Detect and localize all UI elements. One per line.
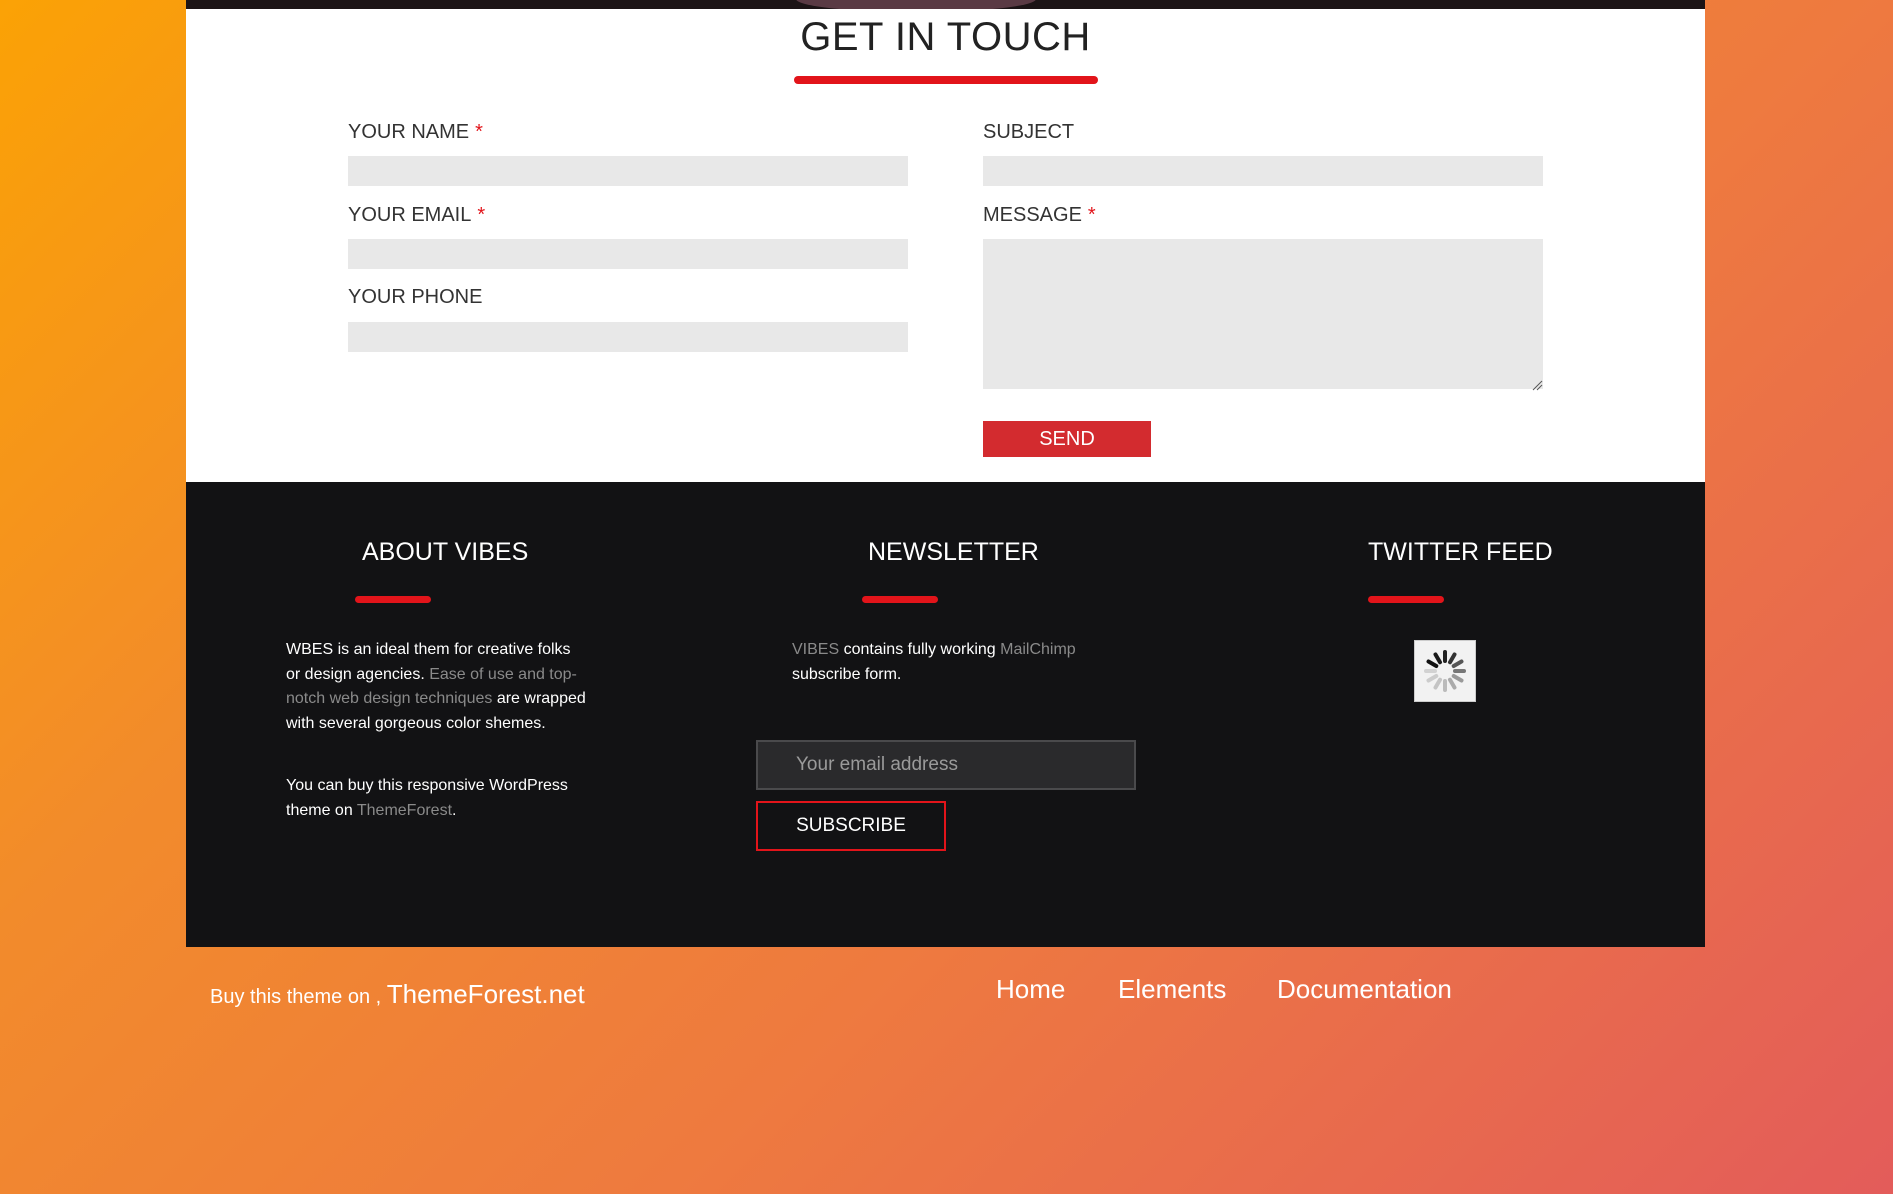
email-label: YOUR EMAIL * [348,204,486,226]
email-input[interactable] [348,239,908,269]
newsletter-email-input[interactable] [756,740,1136,790]
nav-documentation[interactable]: Documentation [1277,974,1452,1005]
twitter-loading [1414,640,1476,702]
page: GET IN TOUCH YOUR NAME * YOUR EMAIL * YOUR… [186,0,1705,1009]
newsletter-text: VIBES contains fully working MailChimp s… [792,641,1076,683]
nav-home[interactable]: Home [996,974,1065,1005]
subject-input[interactable] [983,156,1543,186]
send-button[interactable]: SEND [983,421,1151,457]
themeforest-net-link[interactable]: ThemeForest.net [387,979,585,1009]
about-text: WBES is an ideal them for creative folks… [286,641,586,819]
message-textarea[interactable] [983,239,1543,389]
required-mark: * [477,204,486,226]
name-label: YOUR NAME * [348,121,483,143]
footer-widgets: ABOUT VIBES WBES is an ideal them for cr… [186,482,1705,947]
about-title: ABOUT VIBES [362,538,529,566]
newsletter-underline [862,596,938,603]
phone-label: YOUR PHONE [348,286,483,308]
nav-elements[interactable]: Elements [1118,974,1226,1005]
required-mark: * [475,121,483,143]
subscribe-button[interactable]: SUBSCRIBE [756,801,946,851]
subject-label: SUBJECT [983,121,1075,143]
bottom-bar: Buy this theme on , ThemeForest.net Home… [186,942,1705,1009]
about-underline [355,596,431,603]
contact-title: GET IN TOUCH [800,15,1091,59]
message-label: MESSAGE * [983,204,1096,226]
twitter-title: TWITTER FEED [1368,538,1553,566]
spinner-icon [1424,650,1466,692]
newsletter-title: NEWSLETTER [868,538,1039,566]
themeforest-link[interactable]: ThemeForest [357,802,452,819]
required-mark: * [1087,204,1096,226]
title-underline [794,76,1098,84]
resize-grip-icon[interactable] [1531,379,1543,391]
twitter-underline [1368,596,1444,603]
contact-section: GET IN TOUCH YOUR NAME * YOUR EMAIL * YOUR… [186,9,1705,482]
top-image-strip [186,0,1705,9]
phone-input[interactable] [348,322,908,352]
name-input[interactable] [348,156,908,186]
buy-theme-text: Buy this theme on , ThemeForest.net [210,979,585,1009]
